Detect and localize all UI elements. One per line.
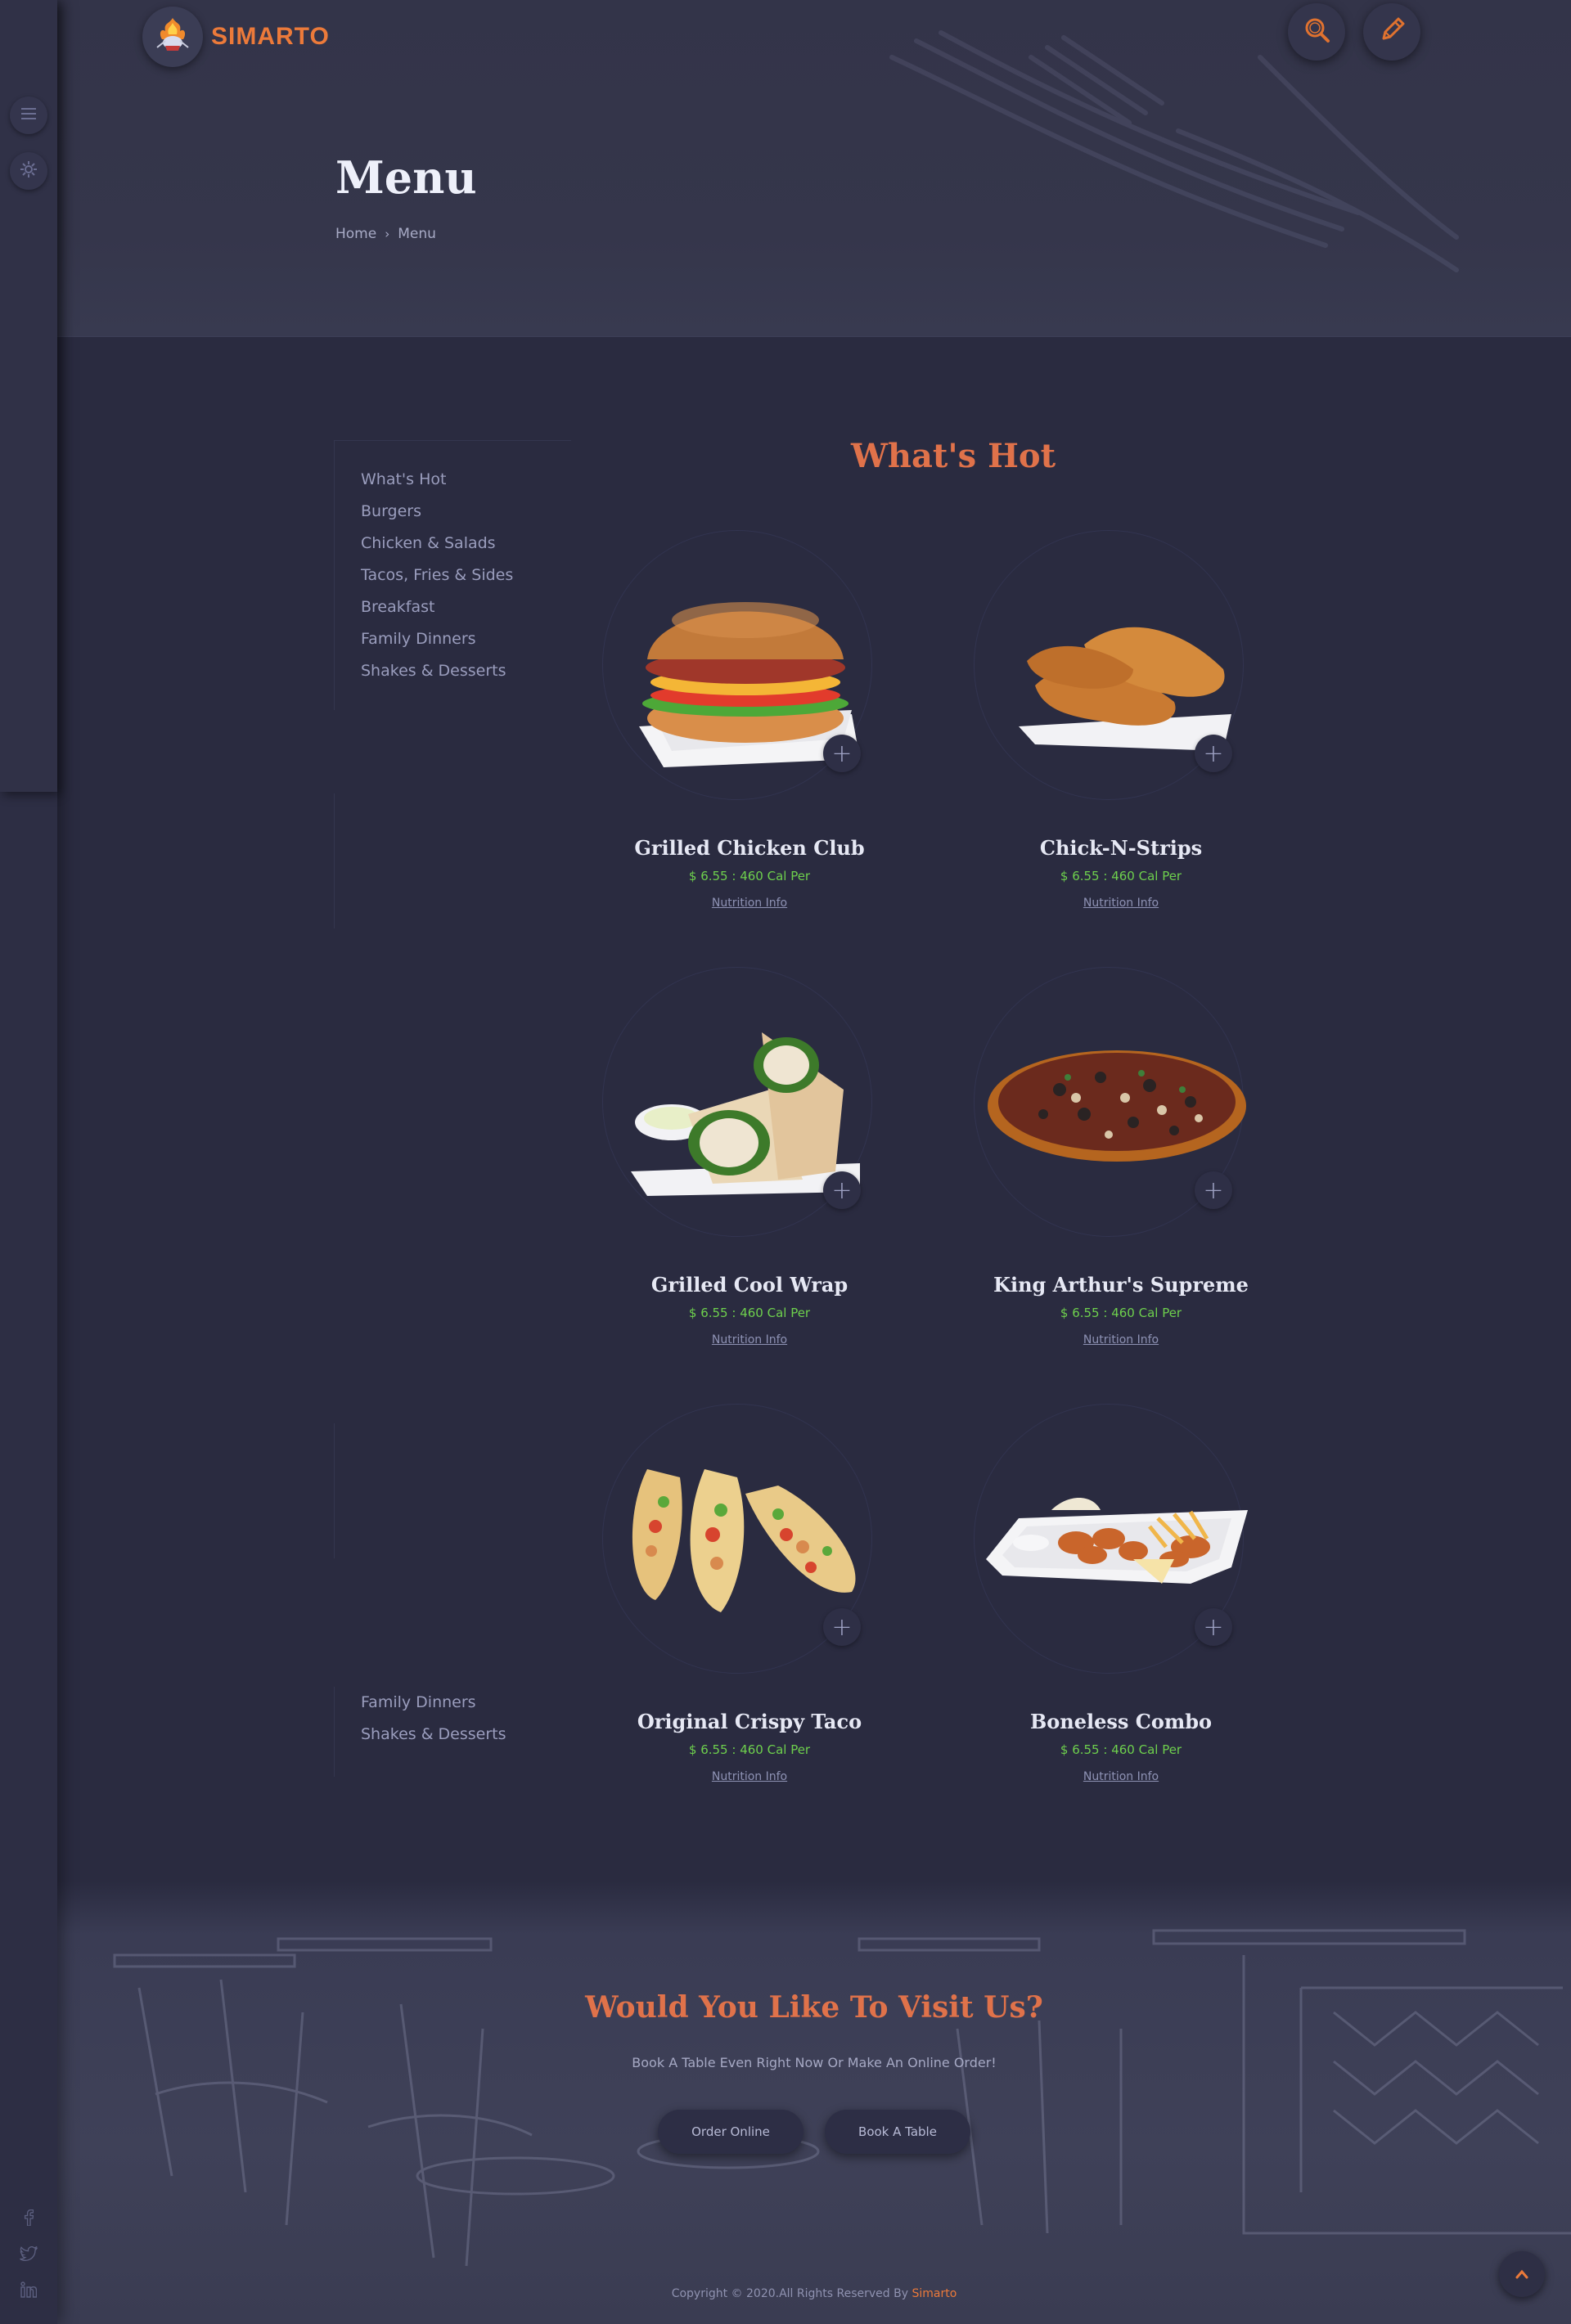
nutrition-info-link[interactable]: Nutrition Info [602, 1333, 897, 1346]
chevron-right-icon: › [385, 227, 390, 241]
menu-item-name: Grilled Cool Wrap [650, 1273, 849, 1297]
linkedin-icon [20, 2281, 38, 2301]
menu-item-name: King Arthur's Supreme [993, 1273, 1249, 1297]
visit-us-section: Would You Like To Visit Us? Book A Table… [57, 1881, 1571, 2324]
pencil-icon [1377, 16, 1407, 48]
menu-item-price: $ 6.55 : 460 Cal Per [688, 869, 811, 883]
logo-badge [142, 7, 203, 67]
menu-item-card: + Original Crispy Taco $ 6.55 : 460 Cal … [602, 1404, 946, 1829]
linkedin-link[interactable] [18, 2281, 39, 2302]
nutrition-info-link[interactable]: Nutrition Info [974, 1333, 1268, 1346]
category-menu: What's Hot Burgers Chicken & Salads Taco… [334, 440, 571, 710]
twitter-icon [20, 2245, 38, 2264]
menu-item-card: + Boneless Combo $ 6.55 : 460 Cal Per Nu… [974, 1404, 1317, 1829]
cutlery-background-icon [889, 30, 1459, 272]
back-to-top-button[interactable] [1499, 2251, 1545, 2297]
category-menu-repeat: Family Dinners Shakes & Desserts [334, 1687, 571, 1777]
plus-icon: + [831, 1175, 853, 1205]
settings-button[interactable] [10, 152, 47, 190]
menu-item-name: Chick-N-Strips [1039, 836, 1203, 860]
add-to-order-button[interactable]: + [1195, 1171, 1232, 1209]
add-to-order-button[interactable]: + [823, 1171, 861, 1209]
menu-item-card: + Chick-N-Strips $ 6.55 : 460 Cal Per Nu… [974, 530, 1317, 955]
hamburger-icon [20, 106, 38, 124]
add-to-order-button[interactable]: + [1195, 1608, 1232, 1646]
breadcrumb-current: Menu [398, 226, 436, 242]
menu-item-card: + King Arthur's Supreme $ 6.55 : 460 Cal… [974, 967, 1317, 1392]
search-icon [1302, 16, 1331, 48]
menu-item-name: Grilled Chicken Club [634, 836, 865, 860]
plus-icon: + [1203, 1612, 1224, 1642]
breadcrumb-home-link[interactable]: Home [335, 226, 376, 242]
visit-subtitle: Book A Table Even Right Now Or Make An O… [632, 2055, 997, 2070]
menu-item-card: + Grilled Cool Wrap $ 6.55 : 460 Cal Per… [602, 967, 946, 1392]
category-family-dinners[interactable]: Family Dinners [361, 623, 571, 655]
page-header: SIMARTO Menu Home › Menu [57, 0, 1571, 337]
category-shakes-desserts[interactable]: Shakes & Desserts [361, 1719, 571, 1751]
page-title: Menu [335, 151, 477, 204]
facebook-icon [24, 2209, 34, 2229]
category-family-dinners[interactable]: Family Dinners [361, 1687, 571, 1719]
add-to-order-button[interactable]: + [1195, 735, 1232, 772]
side-rail [0, 0, 57, 2324]
section-title: What's Hot [851, 437, 1056, 475]
restaurant-background-image [113, 1929, 1571, 2267]
visit-title: Would You Like To Visit Us? [585, 1990, 1043, 2025]
menu-item-price: $ 6.55 : 460 Cal Per [1060, 1742, 1182, 1757]
breadcrumb: Home › Menu [335, 226, 436, 242]
nutrition-info-link[interactable]: Nutrition Info [974, 897, 1268, 910]
nutrition-info-link[interactable]: Nutrition Info [602, 1770, 897, 1783]
plus-icon: + [1203, 1175, 1224, 1205]
copyright-brand-link[interactable]: Simarto [912, 2287, 957, 2300]
nutrition-info-link[interactable]: Nutrition Info [602, 897, 897, 910]
menu-item-price: $ 6.55 : 460 Cal Per [688, 1306, 811, 1320]
category-tacos-fries-sides[interactable]: Tacos, Fries & Sides [361, 560, 571, 591]
brand-logo[interactable]: SIMARTO [142, 7, 330, 67]
gear-icon [20, 160, 38, 182]
book-table-button[interactable]: Book A Table [825, 2110, 970, 2154]
copyright-text: Copyright © 2020.All Rights Reserved By … [57, 2287, 1571, 2300]
plus-icon: + [1203, 739, 1224, 768]
sidebar-divider [334, 793, 335, 928]
add-to-order-button[interactable]: + [823, 735, 861, 772]
edit-button[interactable] [1363, 3, 1420, 61]
category-whats-hot[interactable]: What's Hot [361, 464, 571, 496]
twitter-link[interactable] [18, 2245, 39, 2266]
brand-name: SIMARTO [211, 23, 330, 50]
copyright-label: Copyright © 2020.All Rights Reserved By [671, 2287, 909, 2300]
plus-icon: + [831, 1612, 853, 1642]
category-burgers[interactable]: Burgers [361, 496, 571, 528]
facebook-link[interactable] [18, 2209, 39, 2230]
add-to-order-button[interactable]: + [823, 1608, 861, 1646]
sidebar-divider [334, 1423, 335, 1558]
menu-item-price: $ 6.55 : 460 Cal Per [688, 1742, 811, 1757]
menu-item-name: Boneless Combo [1029, 1710, 1213, 1733]
category-breakfast[interactable]: Breakfast [361, 591, 571, 623]
chevron-up-icon [1515, 2266, 1528, 2283]
plus-icon: + [831, 739, 853, 768]
menu-item-name: Original Crispy Taco [637, 1710, 862, 1733]
menu-item-card: + Grilled Chicken Club $ 6.55 : 460 Cal … [602, 530, 946, 955]
order-online-button[interactable]: Order Online [658, 2110, 804, 2154]
chef-flame-icon [152, 15, 193, 59]
nutrition-info-link[interactable]: Nutrition Info [974, 1770, 1268, 1783]
category-chicken-salads[interactable]: Chicken & Salads [361, 528, 571, 560]
category-shakes-desserts[interactable]: Shakes & Desserts [361, 655, 571, 687]
search-button[interactable] [1288, 3, 1345, 61]
menu-item-price: $ 6.55 : 460 Cal Per [1060, 1306, 1182, 1320]
menu-toggle-button[interactable] [10, 97, 47, 134]
menu-item-price: $ 6.55 : 460 Cal Per [1060, 869, 1182, 883]
